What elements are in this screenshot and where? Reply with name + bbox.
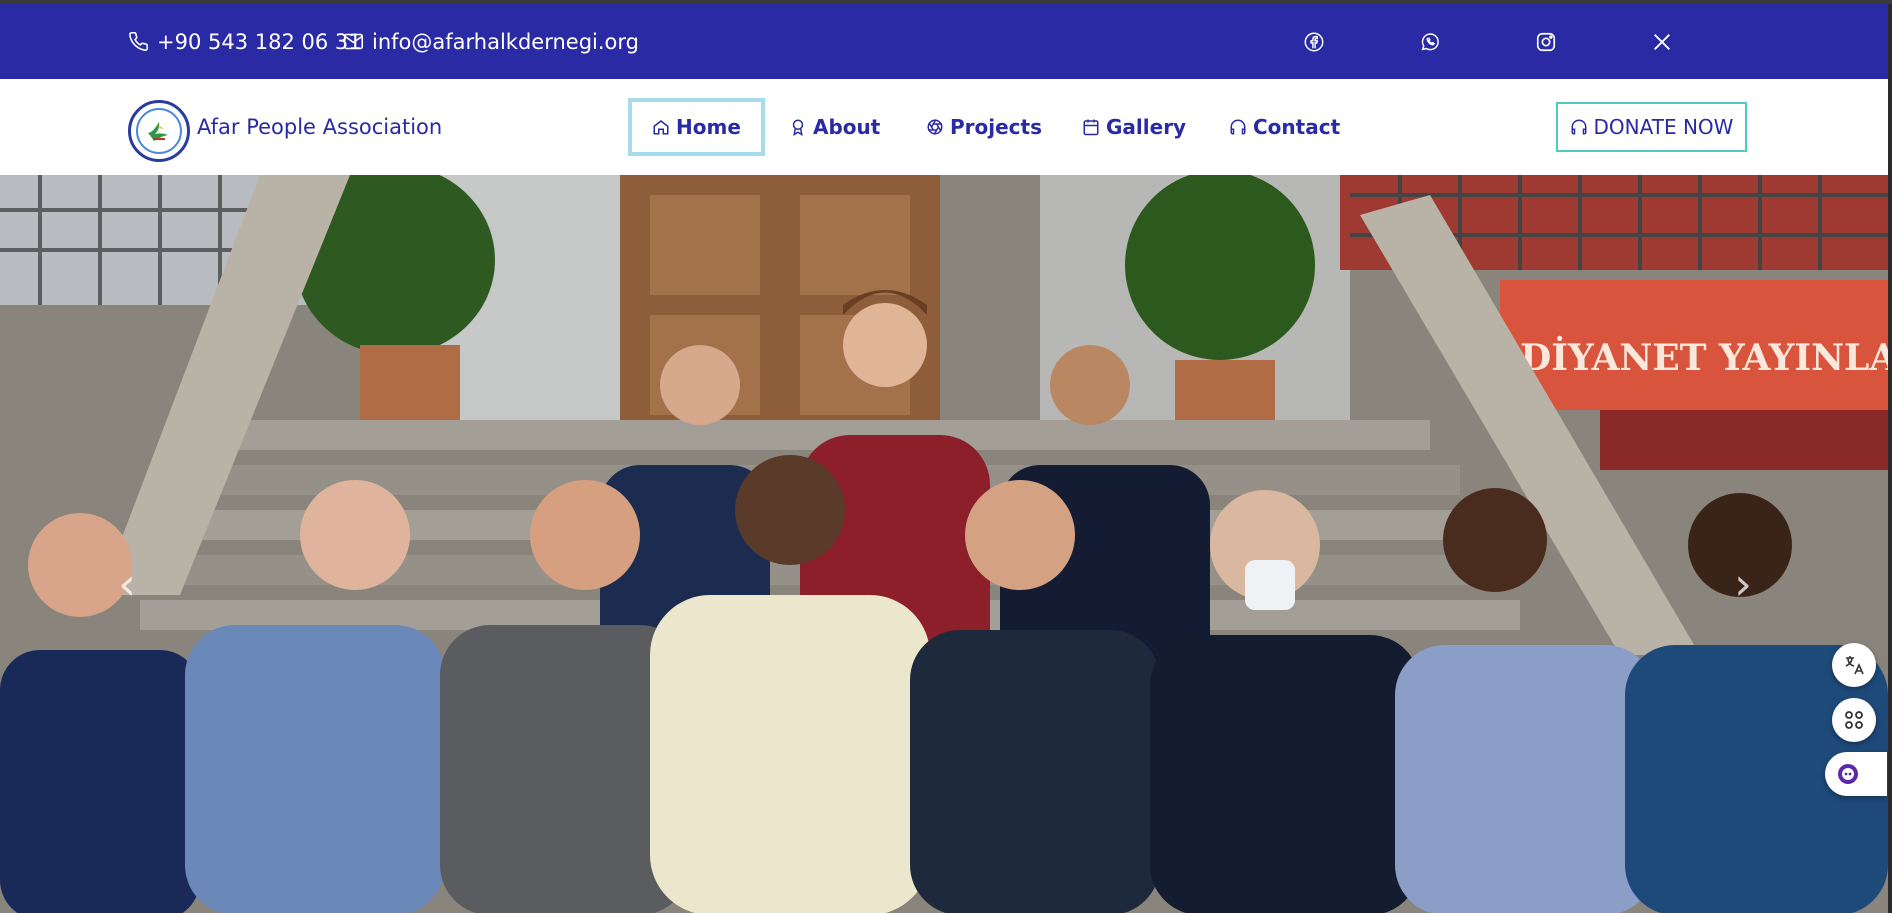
phone-link[interactable]: +90 543 182 06 31 [128, 4, 362, 79]
nav-projects[interactable]: Projects [910, 79, 1058, 175]
headphones-icon [1230, 119, 1246, 135]
nav-about-item[interactable]: About [773, 99, 896, 155]
phone-icon [129, 31, 149, 51]
association-logo[interactable] [128, 100, 190, 162]
email-address: info@afarhalkdernegi.org [372, 29, 639, 54]
instagram-icon[interactable] [1531, 4, 1561, 79]
sign-text: DİYANET YAYINLAR [1520, 336, 1888, 379]
x-icon[interactable] [1647, 4, 1677, 79]
nav-gallery-label: Gallery [1106, 115, 1187, 139]
translate-icon[interactable] [1832, 643, 1876, 687]
nav-about[interactable]: About [773, 79, 896, 175]
apps-icon[interactable] [1832, 698, 1876, 742]
window-edge [1888, 4, 1892, 913]
main-navbar: Afar People Association Home About Proje… [0, 79, 1888, 175]
nav-contact[interactable]: Contact [1213, 79, 1356, 175]
nav-about-label: About [813, 115, 881, 139]
nav-home-item[interactable]: Home [628, 98, 765, 156]
nav-home[interactable]: Home [628, 79, 765, 175]
nav-gallery[interactable]: Gallery [1066, 79, 1202, 175]
nav-projects-label: Projects [950, 115, 1043, 139]
calendar-icon [1083, 119, 1099, 136]
logo-bird-icon [148, 122, 168, 141]
nav-home-label: Home [676, 115, 741, 139]
facebook-icon[interactable] [1299, 4, 1329, 79]
whatsapp-icon[interactable] [1415, 4, 1445, 79]
aperture-icon [927, 119, 943, 135]
contact-topbar: +90 543 182 06 31 info@afarhalkdernegi.o… [0, 4, 1888, 79]
nav-contact-item[interactable]: Contact [1213, 99, 1356, 155]
donate-button[interactable]: DONATE NOW [1556, 102, 1747, 152]
email-link[interactable]: info@afarhalkdernegi.org [343, 4, 639, 79]
nav-contact-label: Contact [1253, 115, 1341, 139]
award-icon [792, 119, 804, 136]
hero-slider: DİYANET YAYINLAR ‹ › [0, 175, 1888, 913]
chevron-right-icon[interactable]: › [1728, 560, 1758, 610]
brand-name[interactable]: Afar People Association [197, 115, 442, 139]
phone-number: +90 543 182 06 31 [157, 29, 362, 54]
hero-image: DİYANET YAYINLAR [0, 175, 1888, 913]
home-icon [653, 120, 669, 135]
nav-gallery-item[interactable]: Gallery [1066, 99, 1202, 155]
donate-label: DONATE NOW [1593, 115, 1734, 139]
nav-projects-item[interactable]: Projects [910, 99, 1058, 155]
chevron-left-icon[interactable]: ‹ [112, 560, 142, 610]
mail-icon [343, 33, 364, 50]
headphones-icon [1571, 119, 1587, 135]
assistant-icon[interactable] [1825, 752, 1887, 796]
